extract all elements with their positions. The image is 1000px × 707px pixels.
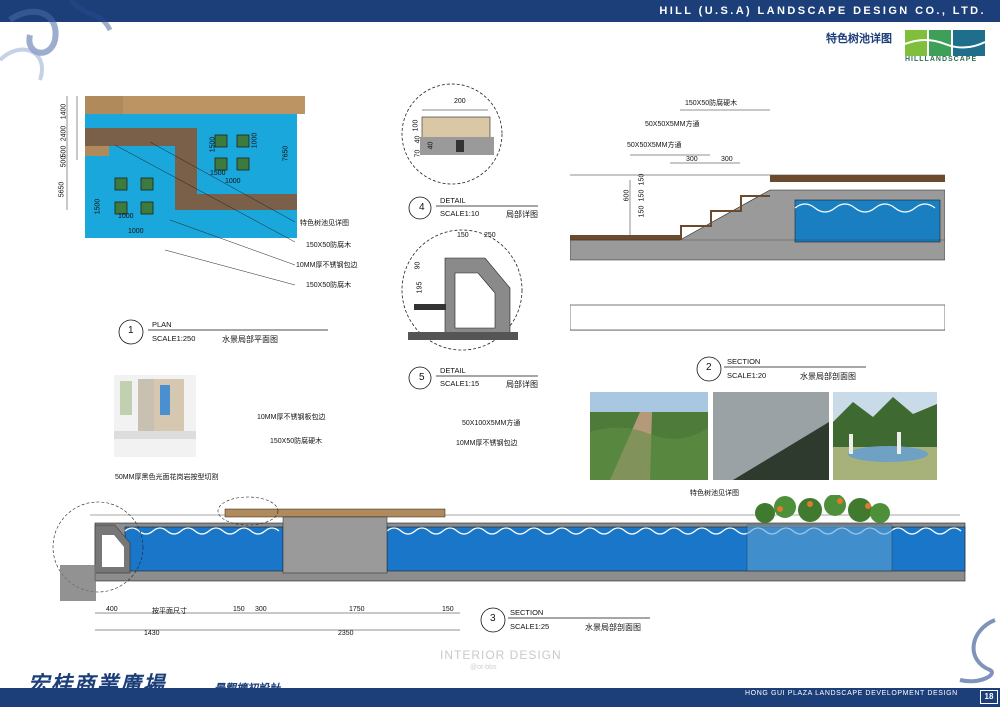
watermark-sub: @ot-bbs [470, 664, 497, 671]
detail4-scale: SCALE1:10 [440, 209, 480, 218]
section2-tube2: 50X50X5MM方通 [627, 142, 682, 149]
plan-dim-5650: 5650 [58, 181, 66, 198]
plan-label-timber1: 150X50防腐木 [306, 242, 352, 249]
detail4-title-cn: 局部详图 [506, 210, 538, 219]
detail5-dim-195: 195 [416, 281, 424, 294]
detail5-dim-90: 90 [414, 261, 422, 270]
plan-number: 1 [128, 325, 134, 336]
detail4-dim-200: 200 [454, 98, 466, 105]
plan-dim-inner-3: 1000 [118, 213, 134, 220]
section3-type: SECTION [510, 608, 544, 617]
detail4-dim-40b: 40 [427, 141, 435, 150]
key-plan [114, 375, 196, 457]
section3-planting [755, 495, 890, 523]
section2-v3: 150 [638, 205, 646, 218]
detail4-dim-40a: 40 [414, 135, 422, 144]
section2-v2: 150 [638, 189, 646, 202]
detail-4-drawing [401, 83, 503, 185]
section2-dim2: 300 [721, 156, 733, 163]
plan-dim-inner-7: 1500 [210, 170, 226, 177]
section3-dim-400: 400 [106, 606, 118, 613]
photo-fountain [833, 392, 937, 480]
section3-number: 3 [490, 613, 496, 624]
section3-dim-2350: 2350 [338, 630, 354, 637]
company-logo [905, 30, 985, 56]
detail5-scale: SCALE1:15 [440, 379, 480, 388]
section2-v1: 150 [638, 173, 646, 186]
section3-tree-pit: 特色树池见详图 [690, 490, 739, 497]
plan-dim-inner-6: 1000 [251, 132, 259, 149]
sheet-title: 特色树池详图 [826, 33, 892, 45]
plan-type: PLAN [152, 320, 172, 329]
photo-boardwalk [590, 392, 708, 480]
timber-deck-1 [85, 128, 185, 146]
section-2-drawing [570, 109, 945, 331]
plan-dim-2400: 2400 [60, 125, 68, 142]
logo-text: HILLLANDSCAPE [905, 56, 978, 63]
plan-dim-inner-8: 7650 [282, 145, 290, 162]
section3-dim-300: 300 [255, 606, 267, 613]
plan-dim-1400: 1400 [60, 103, 68, 120]
section3-granite: 50MM厚黑色光面花岗岩按型切割 [115, 474, 219, 481]
header-bar: HILL (U.S.A) LANDSCAPE DESIGN CO., LTD. [0, 0, 1000, 22]
section2-scale: SCALE1:20 [727, 371, 767, 380]
plan-scale: SCALE1:250 [152, 334, 196, 343]
detail4-dim-70: 70 [414, 149, 422, 158]
detail5-title-cn: 局部详图 [506, 380, 538, 389]
section3-steel-plate: 10MM厚不锈钢板包边 [257, 414, 326, 421]
section3-steel-edge: 10MM厚不锈钢包边 [456, 440, 518, 447]
section2-tube1: 50X50X5MM方通 [645, 121, 700, 128]
project-name-en: HONG GUI PLAZA LANDSCAPE DEVELOPMENT DES… [745, 690, 958, 697]
detail5-number: 5 [419, 372, 425, 383]
plan-dim-inner-5: 1000 [128, 228, 144, 235]
detail4-number: 4 [419, 202, 425, 213]
section2-v4: 600 [623, 189, 631, 202]
plan-dim-inner-4: 1500 [94, 198, 102, 215]
detail5-type: DETAIL [440, 366, 466, 375]
plan-title-cn: 水景局部平面图 [222, 335, 278, 344]
section3-dim-1750: 1750 [349, 606, 365, 613]
section3-tube: 50X100X5MM方通 [462, 420, 521, 427]
plan-dim-inner-1: 1500 [209, 136, 217, 153]
plan-label-timber2: 150X50防腐木 [306, 282, 352, 289]
section3-title-cn: 水景局部剖面图 [585, 623, 641, 632]
detail5-dim-150: 150 [457, 232, 469, 239]
section3-dim-1430: 1430 [144, 630, 160, 637]
section2-title-cn: 水景局部剖面图 [800, 372, 856, 381]
detail4-type: DETAIL [440, 196, 466, 205]
plan-label-tree-pit: 特色树池见详图 [300, 220, 349, 227]
detail4-dim-100: 100 [412, 119, 420, 132]
plan-label-steel-edge: 10MM厚不锈钢包边 [296, 262, 358, 269]
plan-dim-inner-2: 1000 [225, 178, 241, 185]
section3-dim-150b: 150 [442, 606, 454, 613]
section2-timber: 150X50防腐硬木 [685, 100, 738, 107]
photo-stone-edge [713, 392, 829, 480]
section3-dim-plan: 按平面尺寸 [152, 608, 187, 615]
section3-scale: SCALE1:25 [510, 622, 550, 631]
detail5-dim-250: 250 [484, 232, 496, 239]
section3-hardwood: 150X50防腐硬木 [270, 438, 323, 445]
section3-dim-150a: 150 [233, 606, 245, 613]
watermark: INTERIOR DESIGN [440, 648, 562, 662]
plan-dim-500b: 500 [60, 155, 68, 168]
company-name: HILL (U.S.A) LANDSCAPE DESIGN CO., LTD. [659, 5, 986, 17]
section2-type: SECTION [727, 357, 761, 366]
section2-dim1: 300 [686, 156, 698, 163]
timber-deck-3 [175, 194, 297, 210]
section2-number: 2 [706, 362, 712, 373]
footer-bar: HONG GUI PLAZA LANDSCAPE DEVELOPMENT DES… [0, 688, 1000, 707]
page-number: 18 [980, 690, 998, 704]
